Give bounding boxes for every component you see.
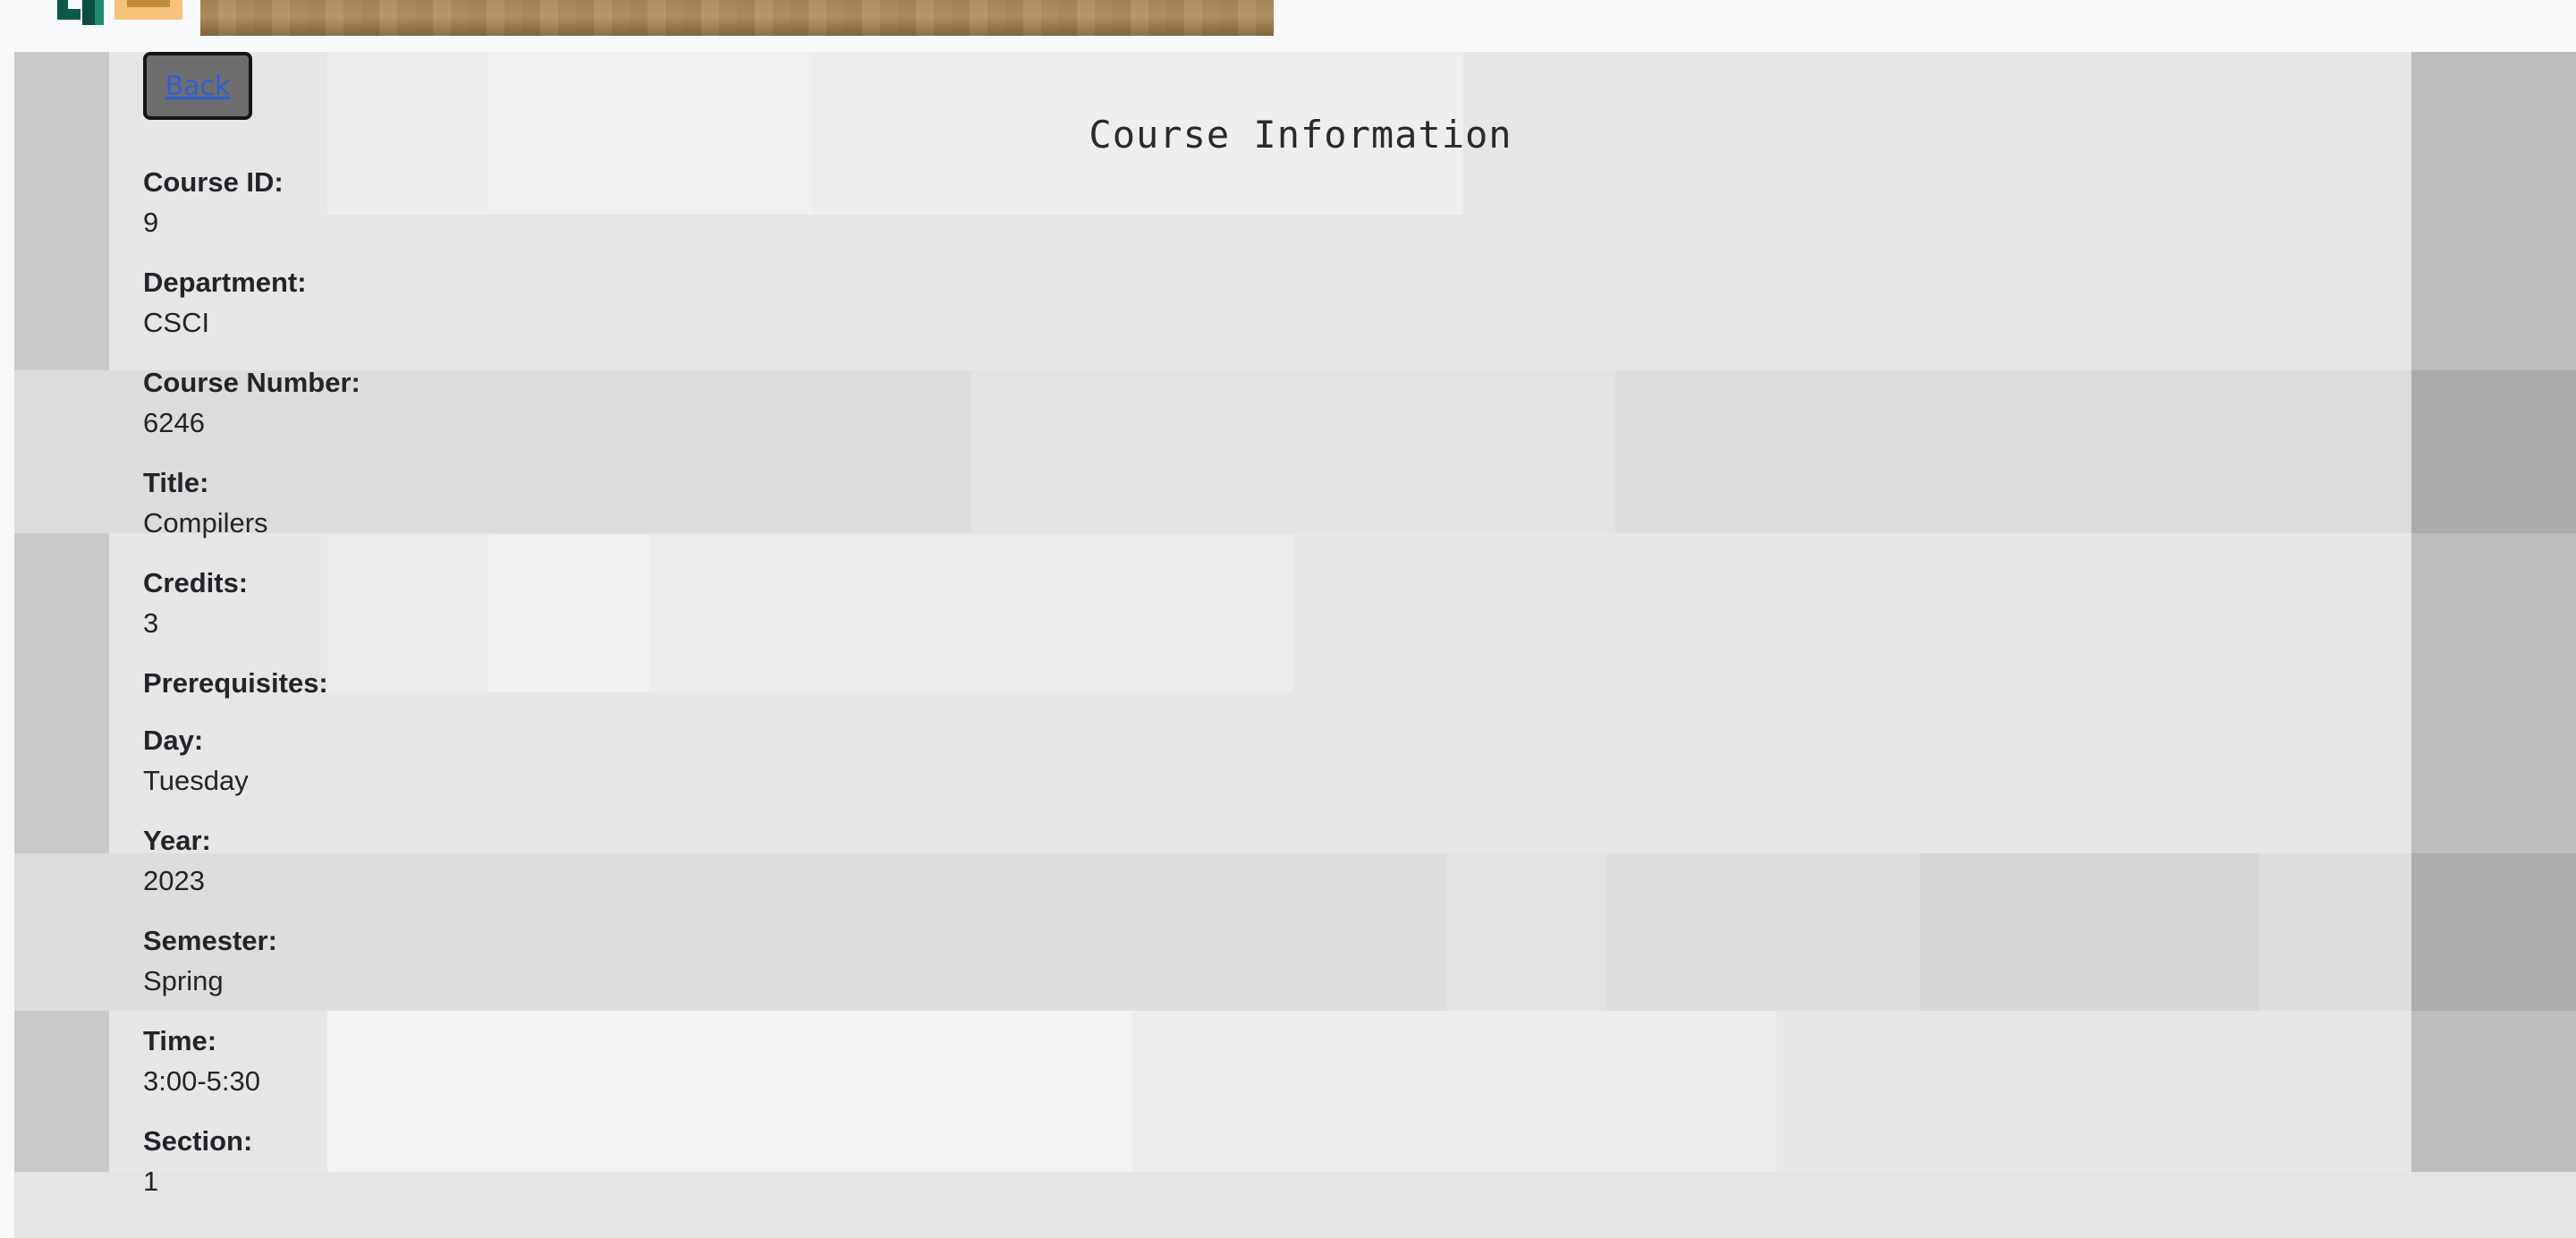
field-value: 3 bbox=[143, 607, 159, 639]
field-section: Section: 1 bbox=[143, 1122, 252, 1202]
field-day: Day: Tuesday bbox=[143, 721, 249, 801]
site-logo-icon[interactable] bbox=[54, 0, 184, 25]
field-value: CSCI bbox=[143, 307, 210, 338]
field-label: Year: bbox=[143, 825, 211, 856]
field-label: Prerequisites: bbox=[143, 667, 328, 699]
field-label: Semester: bbox=[143, 925, 277, 956]
field-value: Tuesday bbox=[143, 765, 249, 796]
field-value: 6246 bbox=[143, 407, 205, 438]
field-label: Course Number: bbox=[143, 367, 360, 398]
top-navbar bbox=[0, 0, 2576, 50]
field-label: Department: bbox=[143, 267, 307, 298]
field-year: Year: 2023 bbox=[143, 821, 211, 902]
field-title: Title: Compilers bbox=[143, 463, 268, 544]
field-value: 3:00-5:30 bbox=[143, 1065, 260, 1097]
field-course-number: Course Number: 6246 bbox=[143, 363, 360, 444]
field-credits: Credits: 3 bbox=[143, 564, 248, 644]
field-value: Spring bbox=[143, 965, 224, 996]
field-course-id: Course ID: 9 bbox=[143, 163, 284, 243]
field-label: Section: bbox=[143, 1125, 253, 1157]
course-info-content: Back Course Information Course ID: 9 Dep… bbox=[129, 52, 2454, 1238]
field-value: 1 bbox=[143, 1166, 159, 1197]
field-label: Credits: bbox=[143, 567, 249, 598]
field-value: 9 bbox=[143, 207, 159, 238]
field-semester: Semester: Spring bbox=[143, 921, 277, 1002]
field-label: Day: bbox=[143, 725, 204, 756]
main-panel: Back Course Information Course ID: 9 Dep… bbox=[14, 52, 2576, 1238]
page-title: Course Information bbox=[1089, 113, 1513, 157]
field-label: Course ID: bbox=[143, 166, 284, 198]
field-value: 2023 bbox=[143, 865, 205, 896]
field-department: Department: CSCI bbox=[143, 263, 307, 343]
field-label: Time: bbox=[143, 1025, 217, 1056]
field-label: Title: bbox=[143, 467, 209, 498]
back-button[interactable]: Back bbox=[143, 52, 252, 120]
field-prerequisites: Prerequisites: bbox=[143, 664, 328, 703]
field-value: Compilers bbox=[143, 507, 268, 538]
field-time: Time: 3:00-5:30 bbox=[143, 1022, 260, 1102]
wood-banner-image bbox=[200, 0, 1274, 36]
